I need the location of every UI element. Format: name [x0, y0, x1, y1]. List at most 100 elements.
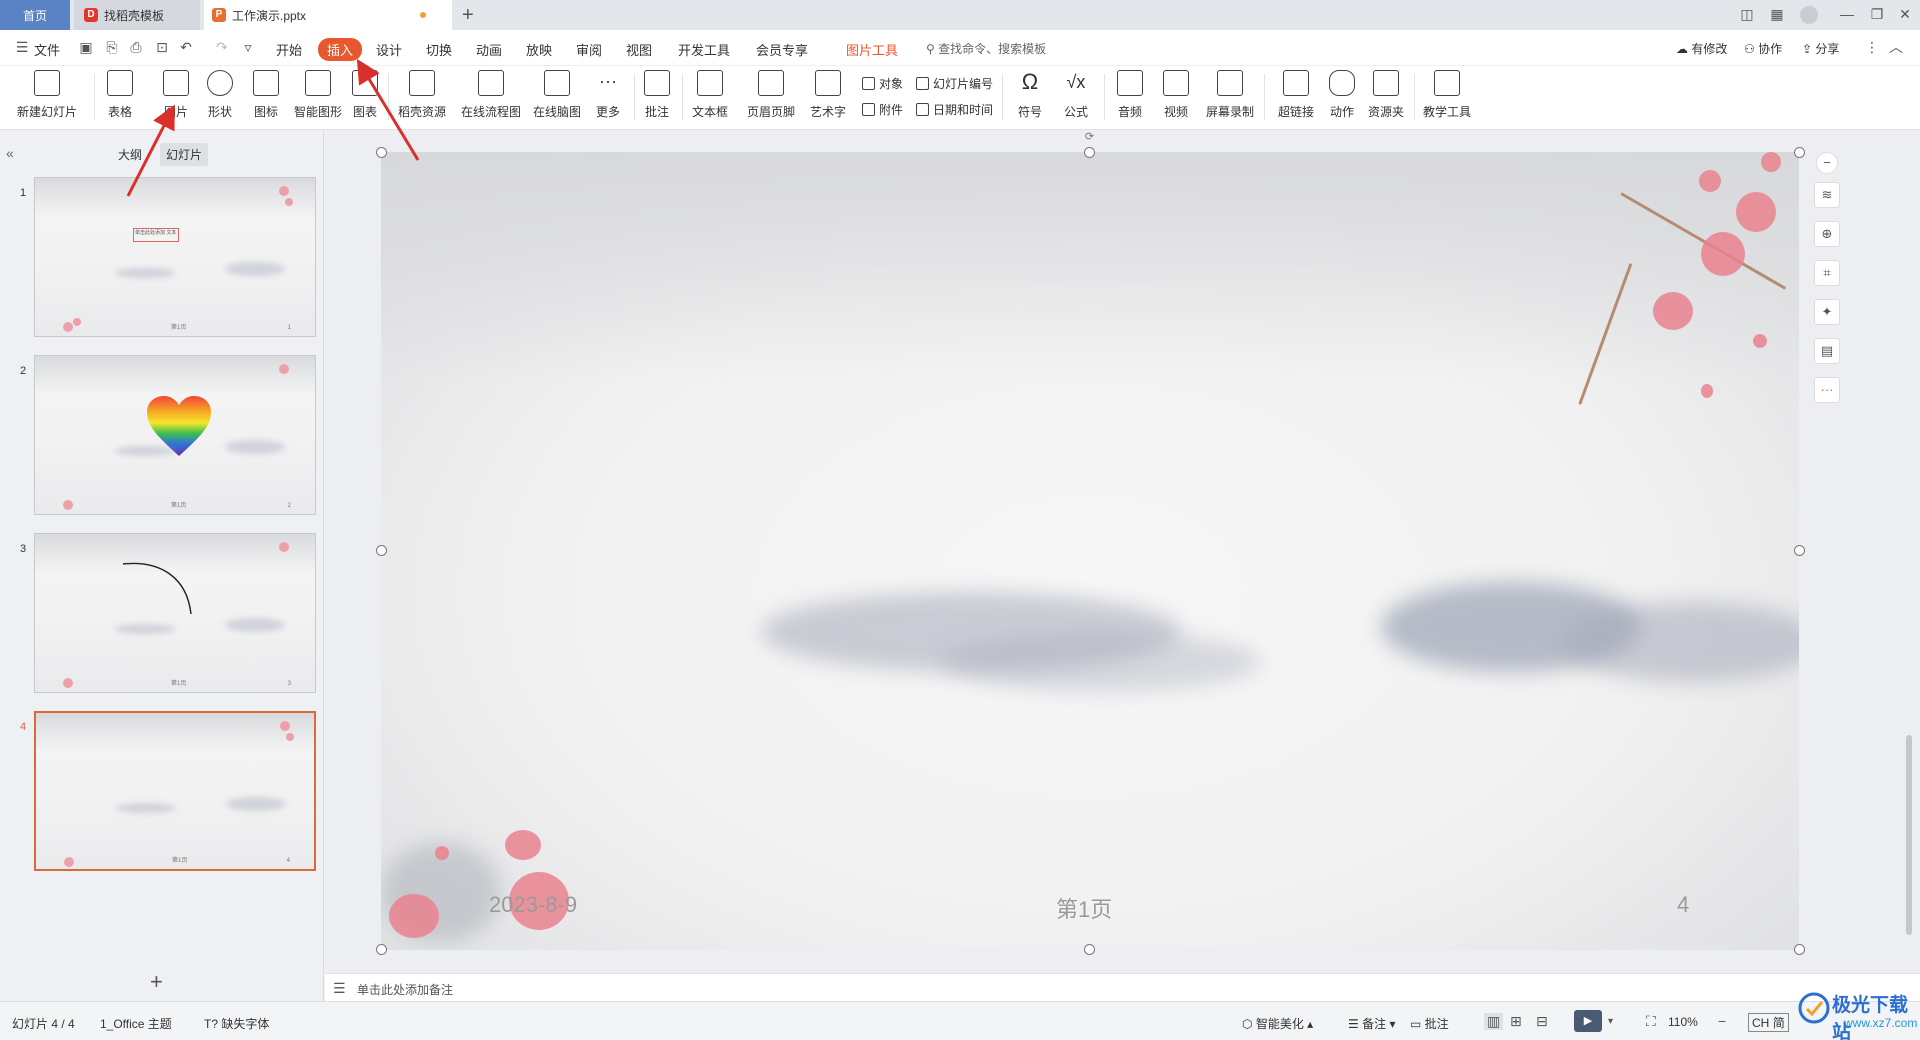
lightbulb-icon[interactable]: ✦ — [1814, 299, 1840, 325]
table-button[interactable]: 表格 — [100, 70, 140, 120]
menu-view[interactable]: 视图 — [626, 40, 652, 59]
word-convert-icon[interactable]: ▤ — [1814, 338, 1840, 364]
menu-member[interactable]: 会员专享 — [756, 40, 808, 59]
share-button[interactable]: ⇪ 分享 — [1802, 40, 1839, 57]
resource-folder-button[interactable]: 资源夹 — [1364, 70, 1408, 120]
action-button[interactable]: 动作 — [1324, 70, 1360, 120]
reading-view-icon[interactable]: ⊟ — [1536, 1013, 1548, 1030]
slide-number-button[interactable]: 幻灯片编号 — [916, 75, 993, 92]
resize-handle-bl[interactable] — [376, 944, 387, 955]
tab-document[interactable]: P 工作演示.pptx — [204, 0, 452, 30]
comment-button[interactable]: 批注 — [640, 70, 674, 120]
menu-review[interactable]: 审阅 — [576, 40, 602, 59]
collab-button[interactable]: ⚇ 协作 — [1744, 40, 1782, 57]
redo-icon[interactable]: ↷ — [214, 39, 230, 55]
smart-graphic-button[interactable]: 智能图形 — [290, 70, 346, 120]
resize-handle-r[interactable] — [1794, 545, 1805, 556]
hamburger-icon[interactable]: ☰ — [14, 39, 30, 55]
zoom-level[interactable]: 110% — [1668, 1015, 1698, 1029]
comments-toggle[interactable]: ▭ 批注 — [1410, 1015, 1449, 1032]
object-button[interactable]: 对象 — [862, 75, 903, 92]
menu-picture-tools[interactable]: 图片工具 — [846, 40, 898, 59]
avatar[interactable] — [1800, 6, 1818, 24]
online-mindmap-button[interactable]: 在线脑图 — [530, 70, 584, 120]
new-slide-button[interactable]: 新建幻灯片 — [12, 70, 82, 120]
normal-view-icon[interactable]: ▥ — [1484, 1013, 1504, 1030]
chart-button[interactable]: 图表 — [350, 70, 380, 120]
slide-thumbnail-4[interactable]: 第1页 4 — [34, 711, 316, 871]
menu-animation[interactable]: 动画 — [476, 40, 502, 59]
zoom-icon[interactable]: ⊕ — [1814, 221, 1840, 247]
command-search[interactable]: ⚲ 查找命令、搜索模板 — [926, 40, 1046, 57]
add-slide-button[interactable]: + — [150, 969, 163, 995]
slide-date[interactable]: 2023-8-9 — [489, 892, 577, 918]
tab-template[interactable]: D 找稻壳模板 — [74, 0, 200, 30]
resize-handle-t[interactable] — [1084, 147, 1095, 158]
menu-insert[interactable]: 插入 — [318, 38, 363, 61]
video-button[interactable]: 视频 — [1156, 70, 1196, 120]
play-slideshow-button[interactable]: ▶ — [1574, 1010, 1602, 1032]
screen-record-button[interactable]: 屏幕录制 — [1204, 70, 1256, 120]
notes-bar[interactable]: ☰ 单击此处添加备注 — [325, 973, 1920, 1001]
hyperlink-button[interactable]: 超链接 — [1272, 70, 1320, 120]
grid-apps-icon[interactable]: ▦ — [1766, 6, 1788, 23]
slide-thumbnail-1[interactable]: 单击此处添加 文本 第1页 1 — [34, 177, 316, 337]
undo-icon[interactable]: ↶ — [178, 39, 194, 55]
beautify-button[interactable]: ⬡ 智能美化 ▴ — [1242, 1015, 1313, 1032]
symbol-button[interactable]: Ω 符号 — [1010, 70, 1050, 120]
current-slide[interactable]: 2023-8-9 第1页 4 — [381, 152, 1799, 950]
notes-toggle[interactable]: ☰ 备注 ▾ — [1348, 1015, 1395, 1032]
icon-button[interactable]: 图标 — [246, 70, 286, 120]
scrollbar-thumb[interactable] — [1906, 735, 1912, 935]
crop-icon[interactable]: ⌗ — [1814, 260, 1840, 286]
header-footer-button[interactable]: 页眉页脚 — [744, 70, 798, 120]
attachment-button[interactable]: 附件 — [862, 101, 903, 118]
slide-thumbnail-2[interactable]: 第1页 2 — [34, 355, 316, 515]
menu-developer[interactable]: 开发工具 — [678, 40, 730, 59]
sorter-view-icon[interactable]: ⊞ — [1510, 1013, 1522, 1030]
slide-footer[interactable]: 第1页 — [1056, 892, 1112, 924]
more-icon[interactable]: ⋮ — [1864, 39, 1880, 55]
menu-design[interactable]: 设计 — [376, 40, 402, 59]
print-icon[interactable]: ⎙ — [128, 39, 144, 55]
customize-dropdown-icon[interactable]: ▿ — [240, 39, 256, 55]
minimize-icon[interactable]: — — [1836, 6, 1858, 22]
wordart-button[interactable]: 艺术字 — [804, 70, 852, 120]
tab-outline[interactable]: 大纲 — [118, 146, 142, 163]
menu-file[interactable]: 文件 — [34, 40, 60, 59]
docer-resource-button[interactable]: 稻壳资源 — [396, 70, 448, 120]
fit-window-icon[interactable]: ⛶ — [1646, 1013, 1656, 1030]
online-flowchart-button[interactable]: 在线流程图 — [458, 70, 524, 120]
shape-button[interactable]: 形状 — [200, 70, 240, 120]
menu-slideshow[interactable]: 放映 — [526, 40, 552, 59]
save-icon[interactable]: ▣ — [78, 39, 94, 55]
restore-icon[interactable]: ❐ — [1866, 6, 1888, 23]
modified-status[interactable]: ☁ 有修改 — [1676, 40, 1727, 57]
new-tab-button[interactable]: + — [462, 4, 474, 27]
print-preview-icon[interactable]: ⊡ — [154, 39, 170, 55]
resize-handle-b[interactable] — [1084, 944, 1095, 955]
close-icon[interactable]: ✕ — [1894, 6, 1916, 23]
layout-icon[interactable]: ◫ — [1736, 6, 1758, 23]
ime-indicator[interactable]: CH 简 — [1748, 1013, 1789, 1032]
audio-button[interactable]: 音频 — [1110, 70, 1150, 120]
rotate-handle-icon[interactable]: ⟳ — [1084, 132, 1095, 143]
slide-thumbnail-3[interactable]: 第1页 3 — [34, 533, 316, 693]
theme-name[interactable]: 1_Office 主题 — [100, 1015, 172, 1032]
collapse-panel-icon[interactable]: « — [6, 145, 14, 161]
more-tools-icon[interactable]: ··· — [1814, 377, 1840, 403]
teaching-tools-button[interactable]: 教学工具 — [1420, 70, 1474, 120]
formula-button[interactable]: √x 公式 — [1056, 70, 1096, 120]
textbox-button[interactable]: 文本框 — [686, 70, 734, 120]
export-pdf-icon[interactable]: ⎘ — [104, 39, 120, 55]
more-button[interactable]: ··· 更多 — [590, 70, 626, 120]
resize-handle-tl[interactable] — [376, 147, 387, 158]
slide-page-number[interactable]: 4 — [1677, 892, 1689, 918]
resize-handle-l[interactable] — [376, 545, 387, 556]
zoom-out-icon[interactable]: − — [1718, 1013, 1726, 1029]
picture-button[interactable]: 图片 — [156, 70, 196, 120]
play-dropdown-icon[interactable]: ▾ — [1608, 1016, 1613, 1027]
notes-placeholder[interactable]: 单击此处添加备注 — [357, 981, 453, 998]
layers-icon[interactable]: ≋ — [1814, 182, 1840, 208]
vertical-scrollbar[interactable] — [1906, 135, 1914, 955]
